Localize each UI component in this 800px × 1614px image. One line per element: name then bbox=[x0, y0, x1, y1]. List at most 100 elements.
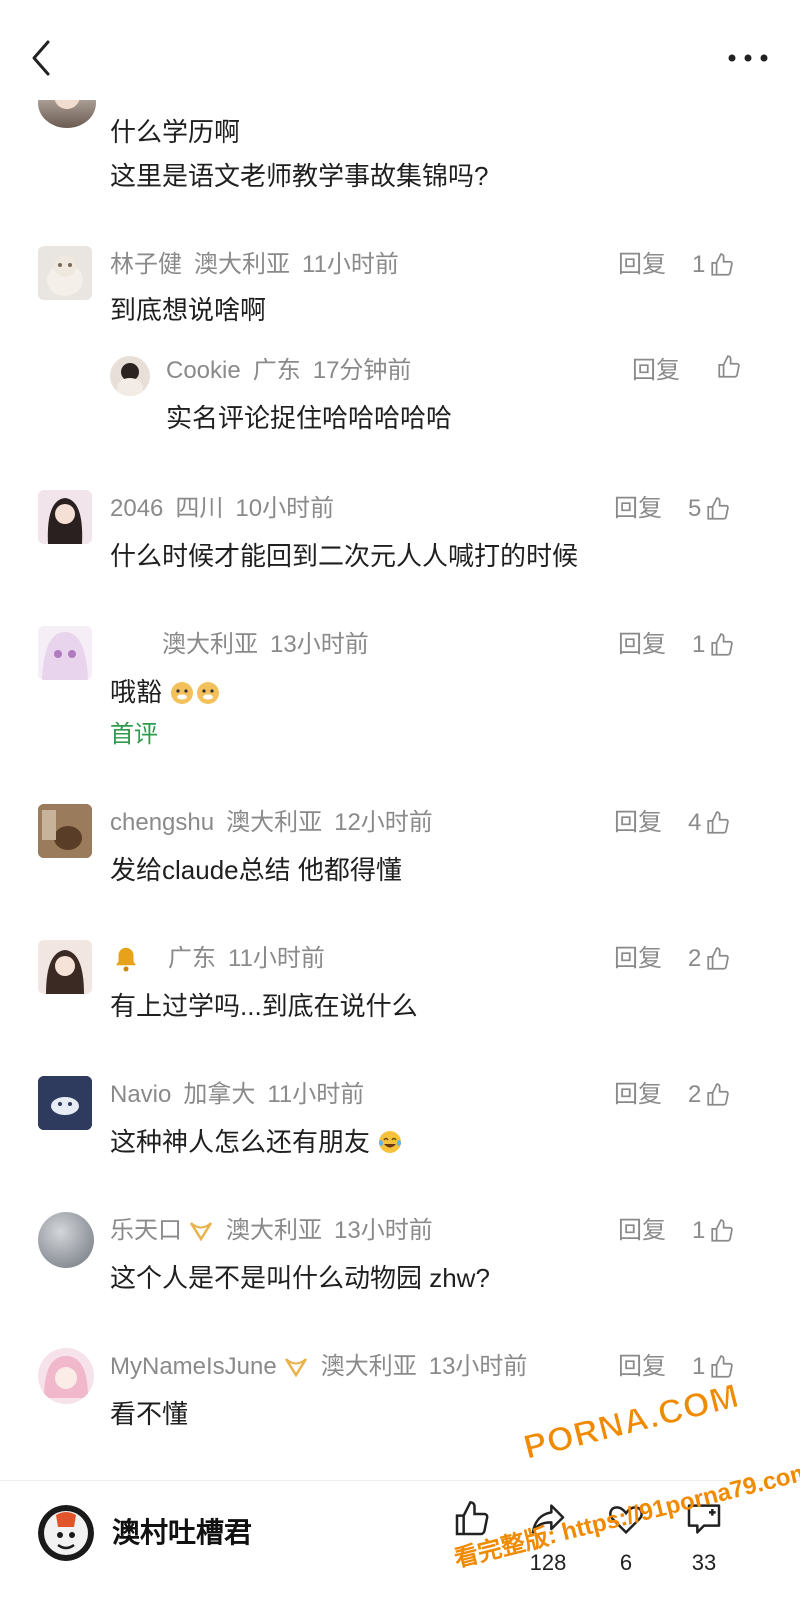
avatar[interactable] bbox=[110, 356, 150, 396]
top-navigation-bar bbox=[0, 0, 800, 100]
avatar[interactable] bbox=[38, 1212, 94, 1268]
location: 四川 bbox=[175, 495, 224, 522]
reply-button[interactable]: 回复 bbox=[618, 248, 666, 282]
like-action[interactable] bbox=[442, 1499, 502, 1550]
comment-add-icon bbox=[687, 1504, 721, 1534]
like-count: 4 bbox=[688, 809, 702, 836]
avatar[interactable] bbox=[38, 246, 92, 300]
timestamp: 13小时前 bbox=[334, 1217, 433, 1244]
thumbs-up-icon bbox=[707, 947, 730, 970]
timestamp: 13小时前 bbox=[428, 1353, 528, 1380]
comment-text: 这种神人怎么还有朋友 bbox=[110, 1122, 403, 1162]
more-dots-icon bbox=[728, 54, 768, 62]
laugh-cry-emoji-icon bbox=[379, 1131, 402, 1153]
comment-meta: 乐天口 澳大利亚 13小时前 bbox=[110, 1214, 445, 1248]
location: 澳大利亚 bbox=[226, 1217, 322, 1244]
comment-text: 什么学历啊 bbox=[110, 117, 241, 147]
share-icon bbox=[531, 1504, 565, 1534]
more-button[interactable] bbox=[726, 48, 770, 68]
like-button[interactable]: 4 bbox=[688, 806, 731, 840]
favorite-action[interactable]: 6 bbox=[596, 1499, 656, 1576]
comment-text: 这里是语文老师教学事故集锦吗? bbox=[110, 161, 489, 191]
thumbs-up-icon bbox=[711, 633, 734, 656]
timestamp: 17分钟前 bbox=[312, 357, 412, 384]
thumbs-up-icon bbox=[707, 1083, 730, 1106]
doge-emoji-icon bbox=[171, 682, 194, 704]
first-comment-badge: 首评 bbox=[110, 721, 158, 748]
comment-text: 这个人是不是叫什么动物园 zhw? bbox=[110, 1263, 490, 1293]
comment-text: 实名评论捉住哈哈哈哈哈 bbox=[166, 403, 453, 433]
timestamp: 11小时前 bbox=[228, 945, 325, 972]
like-button[interactable] bbox=[712, 354, 742, 380]
comment-meta: 2046 四川 10小时前 bbox=[110, 492, 346, 526]
reply-button[interactable]: 回复 bbox=[614, 1078, 662, 1112]
share-action[interactable]: 128 bbox=[518, 1499, 578, 1576]
like-count: 5 bbox=[688, 495, 702, 522]
comment-text-body: 这种神人怎么还有朋友 bbox=[110, 1127, 371, 1157]
thumbs-up-icon bbox=[711, 1219, 734, 1242]
username[interactable]: 林子健 bbox=[110, 251, 182, 278]
thumbs-up-icon bbox=[711, 253, 734, 276]
username[interactable]: Navio bbox=[110, 1081, 171, 1108]
thumbs-up-icon bbox=[718, 355, 740, 378]
username[interactable]: 乐天口 bbox=[110, 1214, 182, 1248]
comment-text: 发给claude总结 他都得懂 bbox=[110, 855, 402, 885]
like-button[interactable]: 2 bbox=[688, 1078, 731, 1112]
like-count: 2 bbox=[688, 945, 702, 972]
reply-button[interactable]: 回复 bbox=[614, 492, 662, 526]
reply-button[interactable]: 回复 bbox=[618, 1214, 666, 1248]
reply-button[interactable]: 回复 bbox=[618, 1350, 666, 1384]
comment-text: 看不懂 bbox=[110, 1399, 189, 1429]
avatar[interactable] bbox=[38, 804, 92, 858]
like-button[interactable]: 5 bbox=[688, 492, 731, 526]
doge-emoji-icon bbox=[197, 682, 220, 704]
reply-button[interactable]: 回复 bbox=[614, 806, 662, 840]
heart-icon bbox=[609, 1506, 643, 1535]
comment-meta: Cookie 广东 17分钟前 bbox=[166, 354, 423, 388]
avatar[interactable] bbox=[38, 626, 92, 680]
share-count: 128 bbox=[529, 1550, 567, 1575]
avatar[interactable] bbox=[38, 490, 92, 544]
like-button[interactable]: 1 bbox=[692, 628, 735, 662]
like-count: 1 bbox=[692, 1217, 706, 1244]
timestamp: 11小时前 bbox=[302, 251, 399, 278]
comment-meta: 林子健 澳大利亚 11小时前 bbox=[110, 248, 411, 282]
location: 广东 bbox=[168, 945, 216, 972]
comment-text-body: 哦豁 bbox=[110, 677, 163, 707]
reply-button[interactable]: 回复 bbox=[618, 628, 666, 662]
comment-action[interactable]: 33 bbox=[674, 1499, 734, 1576]
like-button[interactable]: 2 bbox=[688, 942, 731, 976]
bell-icon bbox=[116, 947, 136, 972]
bottom-action-bar: 澳村吐槽君 128 6 33 bbox=[0, 1480, 800, 1614]
like-count: 1 bbox=[692, 631, 706, 658]
location: 澳大利亚 bbox=[226, 809, 323, 836]
username[interactable]: Cookie bbox=[166, 357, 241, 384]
comment-feed: 什么学历啊 这里是语文老师教学事故集锦吗? 林子健 澳大利亚 11小时前 回复 1 … bbox=[0, 0, 800, 1480]
comment-text: 有上过学吗...到底在说什么 bbox=[110, 991, 418, 1021]
username[interactable]: chengshu bbox=[110, 809, 214, 836]
comment-text: 到底想说啥啊 bbox=[110, 295, 267, 325]
like-button[interactable]: 1 bbox=[692, 248, 735, 282]
back-button[interactable] bbox=[26, 38, 56, 78]
like-button[interactable]: 1 bbox=[692, 1350, 735, 1384]
author-name[interactable]: 澳村吐槽君 bbox=[112, 1513, 252, 1553]
comment-text: 哦豁 bbox=[110, 672, 221, 712]
comment-meta: 广东 11小时前 bbox=[110, 942, 337, 976]
vip-badge-icon bbox=[189, 1222, 213, 1242]
location: 澳大利亚 bbox=[320, 1353, 417, 1380]
avatar[interactable] bbox=[38, 1348, 94, 1404]
username[interactable]: MyNameIsJune bbox=[110, 1350, 277, 1384]
reply-button[interactable]: 回复 bbox=[614, 942, 662, 976]
reply-button[interactable]: 回复 bbox=[632, 354, 680, 388]
author-avatar[interactable] bbox=[38, 1505, 94, 1561]
like-button[interactable]: 1 bbox=[692, 1214, 735, 1248]
location: 澳大利亚 bbox=[162, 631, 258, 658]
location: 澳大利亚 bbox=[194, 251, 290, 278]
avatar[interactable] bbox=[38, 940, 92, 994]
like-count: 2 bbox=[688, 1081, 702, 1108]
avatar[interactable] bbox=[38, 1076, 92, 1130]
thumbs-up-icon bbox=[707, 811, 730, 834]
favorite-count: 6 bbox=[619, 1550, 633, 1575]
username[interactable]: 2046 bbox=[110, 495, 163, 522]
chevron-left-icon bbox=[32, 40, 50, 76]
